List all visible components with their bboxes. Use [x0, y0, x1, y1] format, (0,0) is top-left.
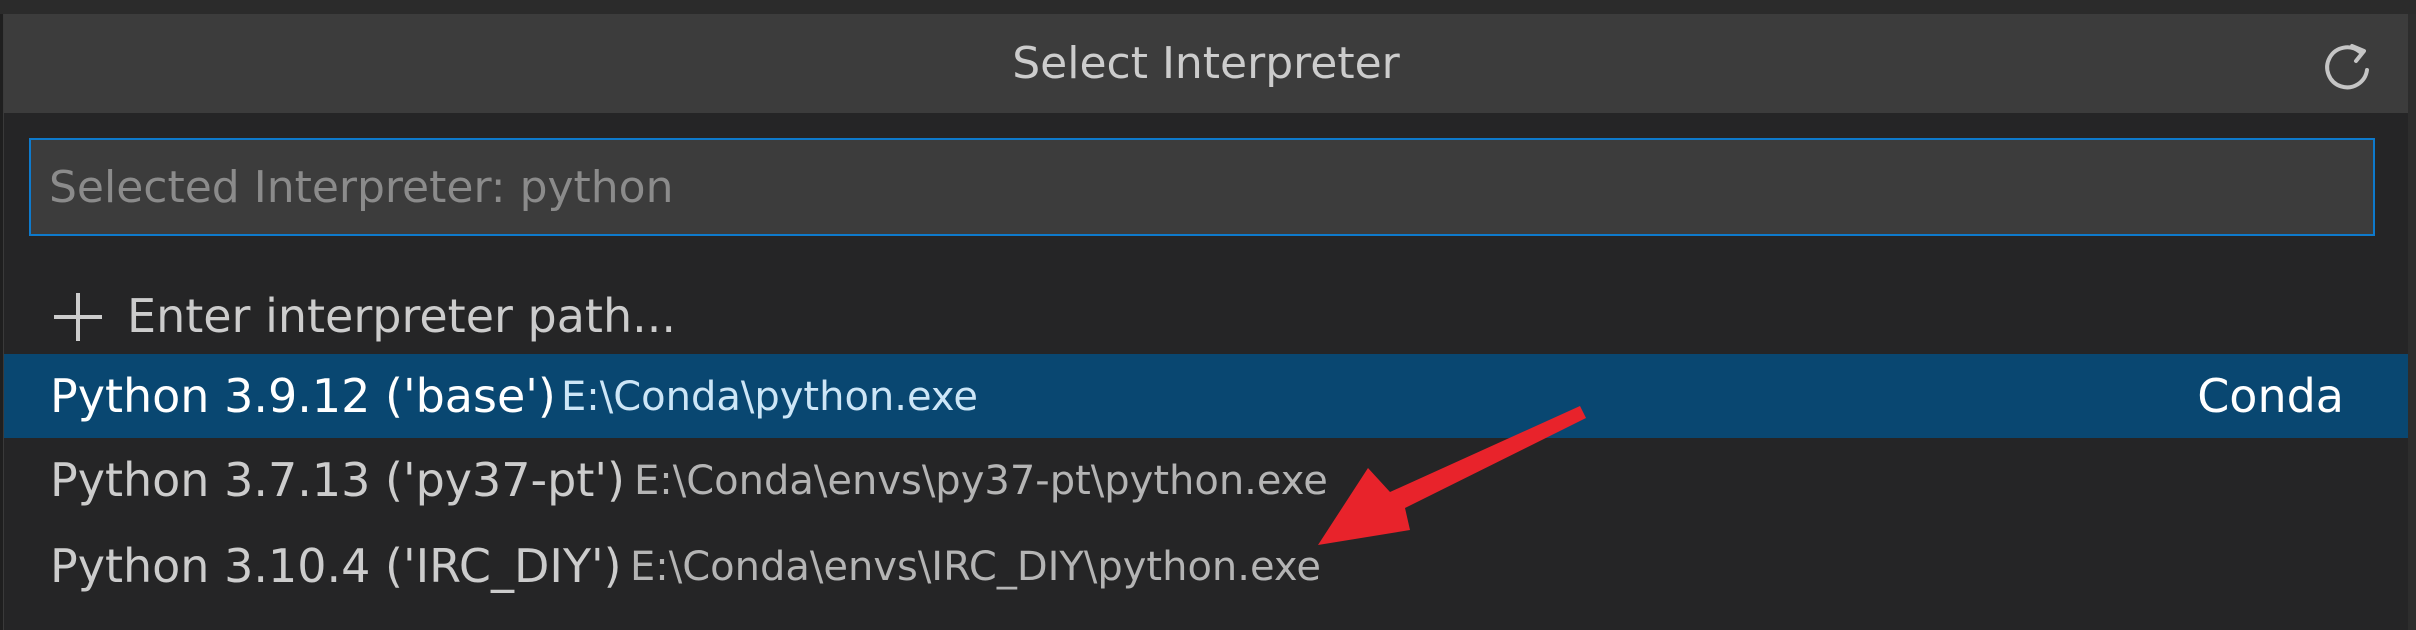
- interpreter-item-py37-pt[interactable]: Python 3.7.13 ('py37-pt') E:\Conda\envs\…: [4, 438, 2408, 522]
- interpreter-label: Python 3.10.4 ('IRC_DIY'): [50, 539, 622, 593]
- interpreter-item-base[interactable]: Python 3.9.12 ('base') E:\Conda\python.e…: [4, 354, 2408, 438]
- interpreter-item-irc-diy[interactable]: Python 3.10.4 ('IRC_DIY') E:\Conda\envs\…: [4, 524, 2408, 608]
- interpreter-label: Python 3.9.12 ('base'): [50, 369, 556, 423]
- enter-interpreter-path-label: Enter interpreter path...: [127, 289, 676, 343]
- interpreter-search-box[interactable]: [29, 138, 2375, 236]
- select-interpreter-picker: Select Interpreter Enter interpreter pat…: [3, 14, 2409, 630]
- interpreter-label: Python 3.7.13 ('py37-pt'): [50, 453, 625, 507]
- plus-icon: [51, 290, 105, 344]
- picker-title: Select Interpreter: [1012, 38, 1400, 89]
- picker-header: Select Interpreter: [4, 14, 2408, 113]
- interpreter-path: E:\Conda\python.exe: [561, 374, 978, 420]
- enter-interpreter-path-item[interactable]: Enter interpreter path...: [4, 276, 2408, 356]
- vscode-window: Select Interpreter Enter interpreter pat…: [0, 0, 2416, 630]
- side-edge: [2408, 14, 2416, 630]
- interpreter-search-input[interactable]: [31, 140, 2373, 234]
- interpreter-path: E:\Conda\envs\py37-pt\python.exe: [634, 458, 1328, 504]
- red-arrow-icon: [1290, 400, 1610, 560]
- interpreter-path: E:\Conda\envs\IRC_DIY\python.exe: [630, 544, 1321, 590]
- refresh-icon[interactable]: [2320, 40, 2376, 96]
- interpreter-env-tag: Conda: [2197, 369, 2344, 423]
- top-edge: [0, 0, 2416, 14]
